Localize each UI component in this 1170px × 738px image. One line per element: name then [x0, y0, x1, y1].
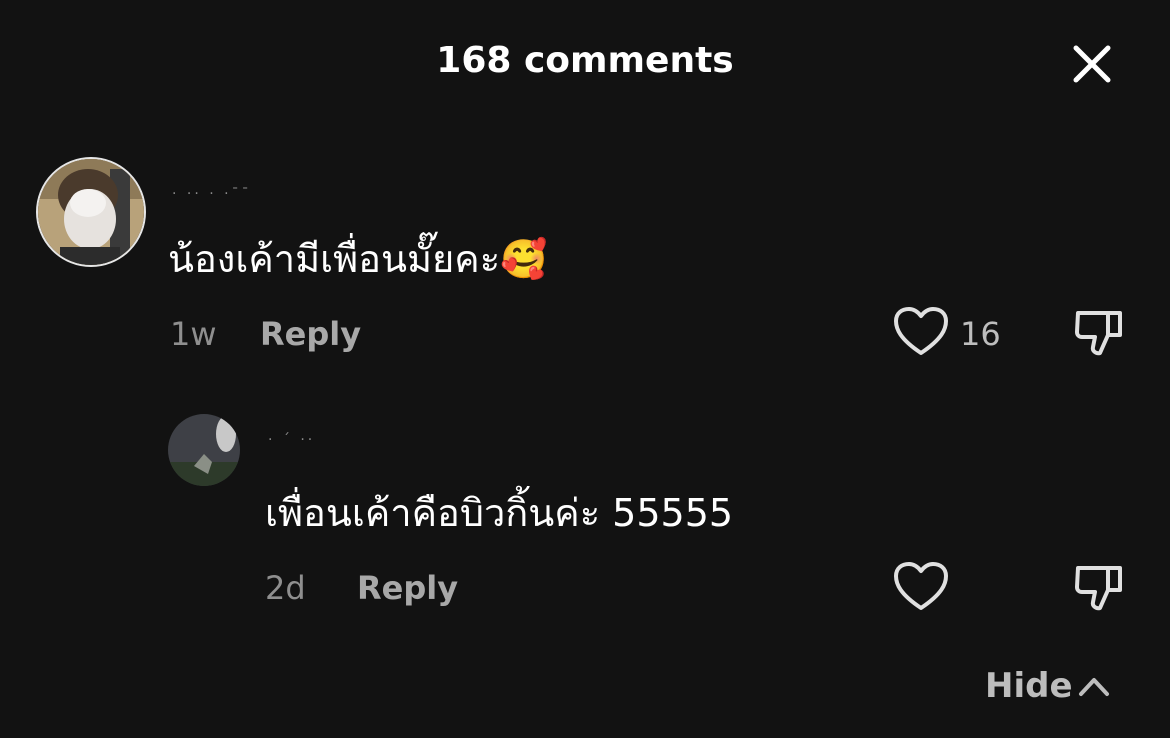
close-button[interactable] [1068, 40, 1116, 88]
like-count: 16 [960, 315, 1001, 353]
dislike-button[interactable] [1070, 305, 1128, 359]
comment-timestamp: 2d [265, 569, 306, 607]
heart-outline-icon [894, 562, 948, 610]
dislike-button[interactable] [1070, 560, 1128, 614]
page-title: 168 comments [436, 40, 734, 81]
avatar-photo [38, 159, 144, 265]
comment-timestamp: 1w [170, 315, 217, 353]
reply-button[interactable]: Reply [357, 568, 458, 608]
heart-outline-icon [894, 307, 948, 355]
thumbs-down-icon [1075, 566, 1122, 611]
comment-text: น้องเค้ามีเพื่อนมั๊ยคะ🥰 [168, 237, 548, 281]
reply-button[interactable]: Reply [260, 314, 361, 354]
like-button[interactable] [892, 560, 950, 614]
chevron-up-icon [1078, 678, 1109, 696]
thumbs-down-icon [1075, 311, 1122, 356]
comment-username[interactable]: · ·· · ·ˉˉ [172, 186, 252, 202]
avatar[interactable] [168, 414, 240, 486]
hide-label: Hide [985, 666, 1073, 706]
avatar-photo [168, 414, 240, 486]
avatar[interactable] [36, 157, 146, 267]
close-icon [1073, 45, 1111, 83]
comment-username[interactable]: · ´ ·· [268, 432, 315, 448]
comment-text: เพื่อนเค้าคือบิวกิ้นค่ะ 55555 [265, 491, 734, 535]
like-button[interactable] [892, 305, 950, 359]
hide-replies-button[interactable]: Hide [985, 664, 1111, 708]
